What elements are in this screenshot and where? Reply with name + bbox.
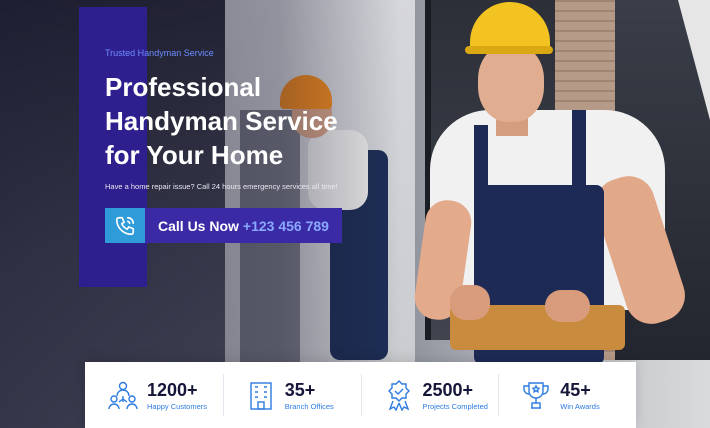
phone-number[interactable]: +123 456 789 [243,218,329,234]
stat-label: Happy Customers [147,401,208,411]
phone-icon [105,208,145,243]
stat-label: Win Awards [560,401,600,411]
badge-icon [387,380,410,411]
call-us-button[interactable]: Call Us Now +123 456 789 [105,208,342,243]
stat-value: 35+ [284,379,316,400]
stat-projects-completed: 2500+ Projects Completed [360,362,499,428]
call-us-label: Call Us Now [158,217,239,234]
stat-value: 1200+ [147,379,198,400]
stat-happy-customers: 1200+ Happy Customers [85,362,223,428]
hero-title: Professional Handyman Service for Your H… [105,72,338,170]
trophy-icon [523,382,549,409]
hero-eyebrow: Trusted Handyman Service [105,48,214,58]
stat-value: 2500+ [422,379,474,400]
customers-icon [108,381,138,410]
stat-win-awards: 45+ Win Awards [498,362,636,428]
stats-bar: 1200+ Happy Customers 35+ Branch Offices… [85,362,636,428]
stat-value: 45+ [560,379,591,400]
stat-label: Projects Completed [422,401,488,411]
building-icon [250,382,272,410]
stat-label: Branch Offices [284,401,334,411]
stat-branch-offices: 35+ Branch Offices [222,362,361,428]
hero-description: Have a home repair issue? Call 24 hours … [105,182,338,191]
